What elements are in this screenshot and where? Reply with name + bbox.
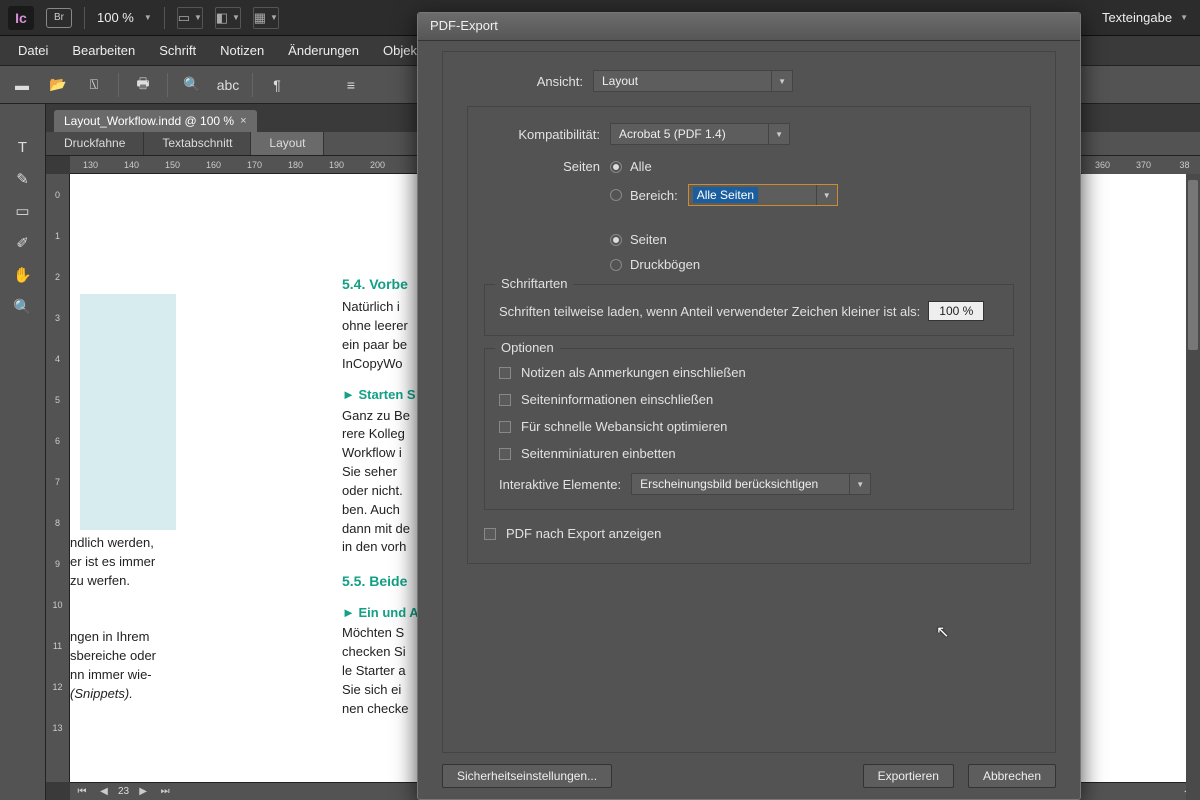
view-label: Ansicht: (467, 74, 583, 89)
tools-palette: T ✎ ▭ ✐ ✋ 🔍 (0, 104, 46, 800)
compatibility-dropdown[interactable]: Acrobat 5 (PDF 1.4)▼ (610, 123, 790, 145)
pilcrow-icon[interactable]: ¶ (263, 73, 291, 97)
search-icon[interactable]: 🔍 (178, 73, 206, 97)
close-tab-icon[interactable]: × (240, 115, 246, 127)
range-dropdown[interactable]: Alle Seiten▼ (688, 184, 838, 206)
menu-notizen[interactable]: Notizen (208, 37, 276, 64)
tab-druckfahne[interactable]: Druckfahne (46, 132, 144, 155)
radio-all-pages[interactable] (610, 161, 622, 173)
zoom-tool-icon[interactable]: 🔍 (10, 294, 36, 320)
eyedropper-icon[interactable]: ✐ (10, 230, 36, 256)
bridge-icon[interactable]: Br (46, 8, 72, 28)
save-icon[interactable]: ⍂ (80, 73, 108, 97)
horizontal-ruler-right: 36037038 (1082, 156, 1200, 174)
menu-schrift[interactable]: Schrift (147, 37, 208, 64)
radio-range[interactable] (610, 189, 622, 201)
pdf-export-dialog: PDF-Export Ansicht: Layout▼ Kompatibilit… (417, 12, 1081, 800)
range-label: Bereich: (630, 188, 678, 203)
dialog-title: PDF-Export (418, 13, 1080, 41)
vertical-ruler: 012345678910111213 (46, 174, 70, 782)
check-thumbs[interactable] (499, 448, 511, 460)
document-tab-title: Layout_Workflow.indd @ 100 % (64, 114, 234, 128)
radio-spreads[interactable] (610, 259, 622, 271)
fonts-legend: Schriftarten (495, 276, 573, 291)
first-page-icon[interactable]: ⏮ (74, 786, 90, 797)
cancel-button[interactable]: Abbrechen (968, 764, 1056, 788)
type-tool-icon[interactable]: T (10, 134, 36, 160)
tab-layout[interactable]: Layout (251, 132, 324, 155)
image-frame-placeholder (80, 294, 176, 530)
security-settings-button[interactable]: Sicherheitseinstellungen... (442, 764, 612, 788)
zoom-level-select[interactable]: 100 % (97, 10, 152, 25)
menu-bearbeiten[interactable]: Bearbeiten (60, 37, 147, 64)
print-icon[interactable]: 🖶 (129, 73, 157, 97)
fonts-percent-input[interactable] (928, 301, 984, 321)
interactive-label: Interaktive Elemente: (499, 477, 621, 492)
pages-label: Seiten (484, 159, 600, 174)
radio-pages[interactable] (610, 234, 622, 246)
note-tool-icon[interactable]: ✎ (10, 166, 36, 192)
new-icon[interactable]: ▬ (8, 73, 36, 97)
next-page-icon[interactable]: ▶ (135, 786, 151, 797)
check-view-after[interactable] (484, 528, 496, 540)
spellcheck-icon[interactable]: abc (214, 73, 242, 97)
view-dropdown[interactable]: Layout▼ (593, 70, 793, 92)
options-legend: Optionen (495, 340, 560, 355)
lines-icon[interactable]: ≡ (337, 73, 365, 97)
tab-textabschnitt[interactable]: Textabschnitt (144, 132, 251, 155)
check-fastweb[interactable] (499, 421, 511, 433)
menu-aenderungen[interactable]: Änderungen (276, 37, 371, 64)
radio-spreads-label: Druckbögen (630, 257, 700, 272)
fonts-fieldset: Schriftarten Schriften teilweise laden, … (484, 284, 1014, 336)
hand-tool-icon[interactable]: ✋ (10, 262, 36, 288)
open-icon[interactable]: 📂 (44, 73, 72, 97)
workspace-switcher[interactable]: Texteingabe (1102, 10, 1188, 25)
document-tab[interactable]: Layout_Workflow.indd @ 100 % × (54, 110, 257, 132)
interactive-dropdown[interactable]: Erscheinungsbild berücksichtigen▼ (631, 473, 871, 495)
current-page[interactable]: 23 (118, 786, 129, 797)
separator (84, 7, 85, 29)
radio-all-label: Alle (630, 159, 652, 174)
compat-label: Kompatibilität: (484, 127, 600, 142)
arrange-documents-icon[interactable]: ▦ (253, 7, 279, 29)
vertical-scrollbar[interactable] (1186, 174, 1200, 800)
radio-pages-label: Seiten (630, 232, 667, 247)
app-logo-icon: Ic (8, 6, 34, 30)
text-column-left: ndlich werden, er ist es immer zu werfen… (70, 534, 250, 704)
prev-page-icon[interactable]: ◀ (96, 786, 112, 797)
screen-mode-icon[interactable]: ▭ (177, 7, 203, 29)
last-page-icon[interactable]: ⏭ (157, 786, 173, 797)
menu-datei[interactable]: Datei (6, 37, 60, 64)
view-options-icon[interactable]: ◧ (215, 7, 241, 29)
position-tool-icon[interactable]: ▭ (10, 198, 36, 224)
fonts-subset-label: Schriften teilweise laden, wenn Anteil v… (499, 304, 920, 319)
options-fieldset: Optionen Notizen als Anmerkungen einschl… (484, 348, 1014, 510)
separator (164, 7, 165, 29)
check-notes[interactable] (499, 367, 511, 379)
check-pageinfo[interactable] (499, 394, 511, 406)
export-button[interactable]: Exportieren (863, 764, 954, 788)
